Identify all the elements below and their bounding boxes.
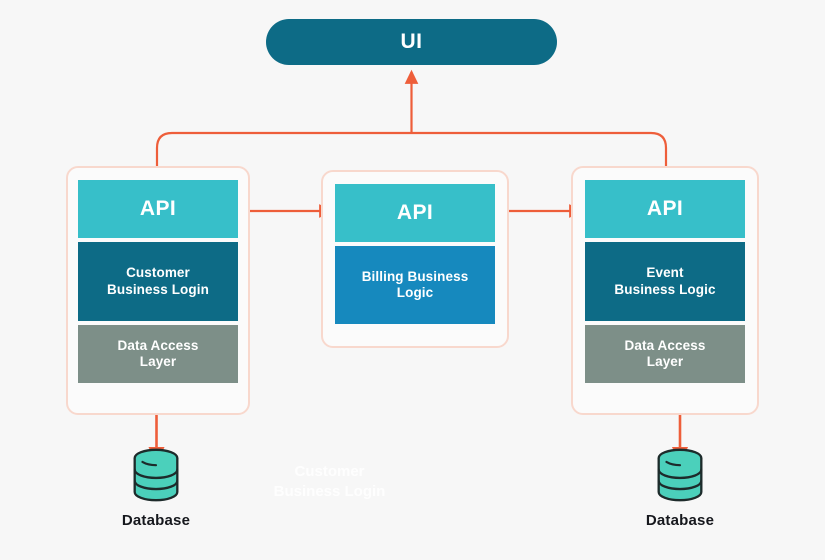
api-layer-customer[interactable]: API <box>78 180 238 238</box>
api-layer-event[interactable]: API <box>585 180 745 238</box>
connector-bus <box>155 131 668 170</box>
business-logic-layer-billing[interactable]: Billing Business Logic <box>335 246 495 324</box>
database-node-event[interactable]: Database <box>620 444 740 529</box>
service-card-customer[interactable]: API Customer Business Login Data Access La… <box>66 166 250 415</box>
database-node-customer[interactable]: Database <box>96 444 216 529</box>
business-logic-layer-customer[interactable]: Customer Business Login <box>78 242 238 321</box>
service-card-billing[interactable]: API Billing Business Logic <box>321 170 509 348</box>
watermark-text: Customer Business Login <box>273 463 386 501</box>
data-access-layer-event[interactable]: Data Access Layer <box>585 325 745 383</box>
service-card-event[interactable]: API Event Business Logic Data Access Layer <box>571 166 759 415</box>
ui-node-label: UI <box>400 30 423 53</box>
data-access-layer-customer[interactable]: Data Access Layer <box>78 325 238 383</box>
database-icon <box>133 448 179 502</box>
api-layer-billing[interactable]: API <box>335 184 495 242</box>
database-icon <box>657 448 703 502</box>
database-label-event: Database <box>645 512 715 529</box>
architecture-diagram: UI API Customer Business Login Data Acces… <box>0 0 825 560</box>
database-label-customer: Database <box>121 512 191 529</box>
ui-node[interactable]: UI <box>266 19 557 65</box>
business-logic-layer-event[interactable]: Event Business Logic <box>585 242 745 321</box>
